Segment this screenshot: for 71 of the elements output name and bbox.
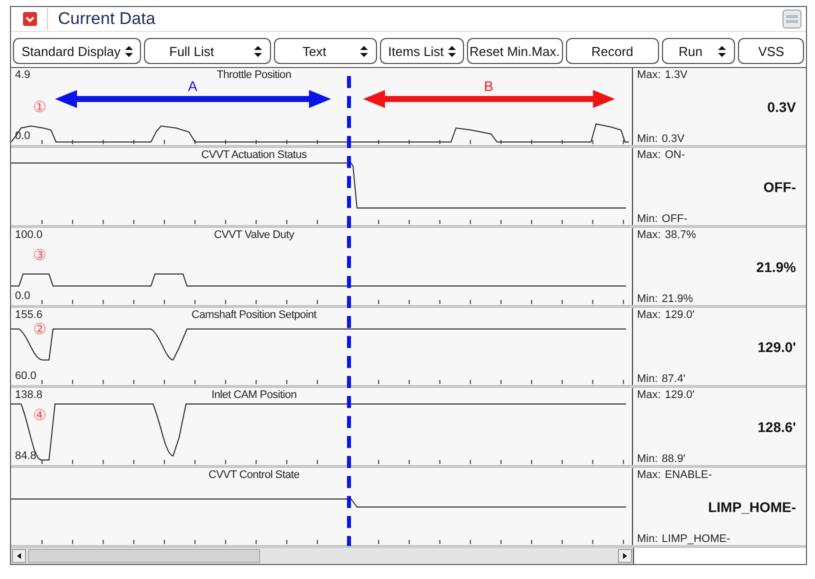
scroll-right-icon[interactable] bbox=[618, 549, 632, 563]
min-label: Min: bbox=[637, 293, 658, 305]
max-label: Max: bbox=[637, 149, 661, 161]
max-value: 1.3V bbox=[664, 69, 688, 81]
max-value: 38.7% bbox=[664, 229, 696, 241]
current-value: 0.3V bbox=[767, 99, 797, 115]
toolbar-button[interactable]: Text bbox=[274, 38, 378, 64]
chart-title: Throttle Position bbox=[216, 69, 292, 81]
min-label: Min: bbox=[637, 533, 658, 545]
chart-title: CVVT Control State bbox=[208, 469, 300, 481]
scale-min: 0.0 bbox=[15, 130, 30, 142]
max-value: 129.0' bbox=[664, 309, 694, 321]
dropdown-icon[interactable] bbox=[23, 12, 37, 26]
callout-number: ③ bbox=[33, 248, 46, 263]
toolbar-button[interactable]: Reset Min.Max. bbox=[466, 38, 563, 64]
min-value: 0.3V bbox=[662, 133, 684, 145]
scale-min: 0.0 bbox=[15, 290, 30, 302]
current-value: 129.0' bbox=[758, 339, 797, 355]
max-label: Max: bbox=[637, 309, 661, 321]
max-label: Max: bbox=[637, 389, 661, 401]
max-value: ON- bbox=[664, 149, 686, 161]
updown-icon bbox=[360, 46, 368, 56]
toolbar-button[interactable]: Record bbox=[566, 38, 659, 64]
toolbar-button[interactable]: VSS bbox=[738, 38, 804, 64]
toolbar-button[interactable]: Full List bbox=[144, 38, 272, 64]
min-value: LIMP_HOME- bbox=[662, 533, 730, 545]
toolbar-button[interactable]: Standard Display bbox=[13, 38, 141, 64]
scale-max: 155.6 bbox=[15, 309, 43, 321]
toolbar-button[interactable]: Run bbox=[662, 38, 736, 64]
min-value: OFF- bbox=[662, 213, 688, 225]
current-value: OFF- bbox=[763, 179, 797, 195]
horizontal-scrollbar[interactable] bbox=[11, 548, 634, 564]
chart-title: Inlet CAM Position bbox=[211, 389, 297, 401]
scale-max: 138.8 bbox=[15, 389, 43, 401]
min-value: 21.9% bbox=[662, 293, 693, 305]
min-value: 88.9' bbox=[662, 453, 686, 465]
scale-max: 100.0 bbox=[15, 229, 43, 241]
scale-max: 4.9 bbox=[15, 69, 30, 81]
max-value: 129.0' bbox=[664, 389, 694, 401]
max-label: Max: bbox=[637, 69, 661, 81]
arrow-label: B bbox=[484, 78, 494, 94]
callout-number: ② bbox=[33, 322, 46, 337]
scale-min: 60.0 bbox=[15, 370, 36, 382]
min-label: Min: bbox=[637, 213, 658, 225]
updown-icon bbox=[448, 46, 456, 56]
chart-title: Camshaft Position Setpoint bbox=[192, 309, 316, 321]
chart-title: CVVT Actuation Status bbox=[201, 149, 307, 161]
updown-icon bbox=[124, 46, 132, 56]
min-label: Min: bbox=[637, 133, 658, 145]
list-icon[interactable] bbox=[782, 9, 802, 29]
max-label: Max: bbox=[637, 469, 661, 481]
current-value: 21.9% bbox=[756, 259, 797, 275]
min-value: 87.4' bbox=[662, 373, 686, 385]
updown-icon bbox=[254, 46, 262, 56]
updown-icon bbox=[718, 46, 726, 56]
scroll-left-icon[interactable] bbox=[12, 549, 26, 563]
max-value: ENABLE- bbox=[664, 469, 712, 481]
min-label: Min: bbox=[637, 453, 658, 465]
current-value: LIMP_HOME- bbox=[708, 499, 797, 515]
min-label: Min: bbox=[637, 373, 658, 385]
cursor-line[interactable] bbox=[346, 76, 352, 546]
callout-number: ① bbox=[33, 100, 46, 115]
max-label: Max: bbox=[637, 229, 661, 241]
window-title: Current Data bbox=[58, 9, 156, 29]
scale-min: 84.8 bbox=[15, 450, 36, 462]
callout-number: ④ bbox=[33, 408, 46, 423]
scroll-thumb[interactable] bbox=[28, 549, 260, 563]
current-value: 128.6' bbox=[758, 419, 797, 435]
toolbar-button[interactable]: Items List bbox=[380, 38, 464, 64]
arrow-label: A bbox=[188, 78, 198, 94]
chart-title: CVVT Valve Duty bbox=[214, 229, 294, 241]
